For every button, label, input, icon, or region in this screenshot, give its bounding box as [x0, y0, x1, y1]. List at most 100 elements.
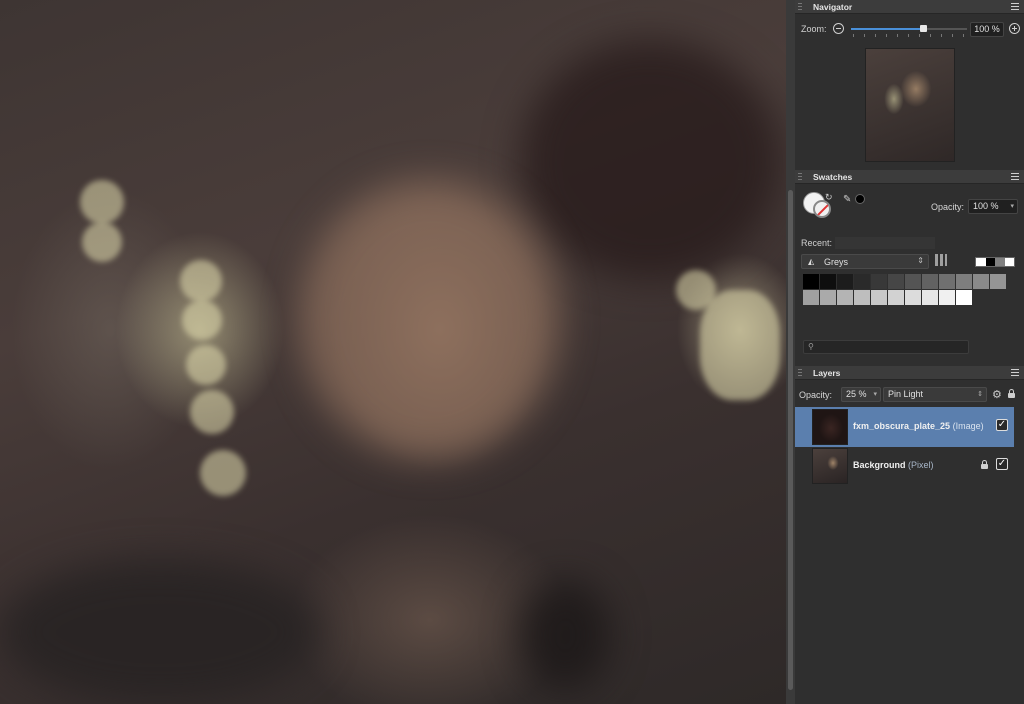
- navigator-thumbnail[interactable]: [865, 48, 955, 162]
- mini-swatch[interactable]: [995, 258, 1005, 266]
- bokeh-light: [80, 180, 124, 224]
- palette-options-icon[interactable]: [935, 254, 947, 266]
- photo-shadow-region: [300, 180, 560, 460]
- color-swatch[interactable]: [905, 290, 921, 305]
- photo-shadow-region: [520, 580, 610, 690]
- dropdown-arrow-icon[interactable]: ▾: [1010, 200, 1014, 213]
- layer-opacity-label: Opacity:: [799, 390, 833, 400]
- zoom-value-field[interactable]: 100 %: [970, 22, 1004, 37]
- zoom-row: Zoom: 100 %: [801, 22, 1020, 38]
- layer-row[interactable]: fxm_obscura_plate_25 (Image) ✓: [795, 407, 1014, 447]
- recent-colors-strip[interactable]: [835, 237, 935, 249]
- swatch-search-input[interactable]: ⚲: [803, 340, 969, 354]
- layer-visibility-checkbox[interactable]: ✓: [996, 458, 1008, 470]
- current-color-swatch[interactable]: [855, 194, 865, 204]
- color-swatch[interactable]: [939, 290, 955, 305]
- bokeh-light: [200, 450, 246, 496]
- layer-name: Background (Pixel): [853, 460, 934, 470]
- panel-menu-icon[interactable]: [1011, 3, 1019, 10]
- palette-name: Greys: [824, 257, 849, 267]
- zoom-ticks: [853, 34, 965, 37]
- lock-icon[interactable]: [1008, 389, 1015, 398]
- layer-thumbnail: [812, 448, 848, 484]
- color-swatch[interactable]: [803, 290, 819, 305]
- color-swatch[interactable]: [820, 274, 836, 289]
- bokeh-light: [186, 345, 226, 385]
- blend-mode-value: Pin Light: [888, 389, 924, 399]
- canvas-vertical-scrollbar[interactable]: [786, 0, 795, 704]
- swap-colors-icon[interactable]: ↻: [825, 192, 833, 203]
- bokeh-light: [700, 290, 780, 400]
- swatches-header[interactable]: Swatches: [795, 170, 1024, 184]
- opacity-value: 100 %: [973, 201, 999, 211]
- layer-thumbnail: [812, 409, 848, 445]
- layers-header[interactable]: Layers: [795, 366, 1024, 380]
- mini-swatch-strip[interactable]: [975, 257, 1015, 267]
- gear-icon[interactable]: ⚙: [992, 388, 1002, 401]
- bokeh-light: [182, 300, 222, 340]
- color-swatch[interactable]: [905, 274, 921, 289]
- layer-opacity-field[interactable]: 25 % ▾: [841, 387, 881, 402]
- layer-visibility-checkbox[interactable]: ✓: [996, 419, 1008, 431]
- document-canvas[interactable]: [0, 0, 786, 704]
- opacity-field[interactable]: 100 % ▾: [968, 199, 1018, 214]
- bokeh-light: [190, 390, 234, 434]
- color-swatch[interactable]: [973, 274, 989, 289]
- color-swatch[interactable]: [871, 274, 887, 289]
- mini-swatch[interactable]: [1004, 258, 1014, 266]
- photo-shadow-region: [520, 40, 780, 280]
- zoom-out-icon[interactable]: [833, 23, 844, 34]
- panel-menu-icon[interactable]: [1011, 173, 1019, 180]
- layer-row[interactable]: Background (Pixel) ✓: [795, 446, 1014, 486]
- mini-swatch[interactable]: [976, 258, 986, 266]
- panel-menu-icon[interactable]: [1011, 369, 1019, 376]
- bokeh-light: [82, 222, 122, 262]
- color-swatch[interactable]: [871, 290, 887, 305]
- color-swatch[interactable]: [888, 290, 904, 305]
- color-swatch[interactable]: [854, 290, 870, 305]
- palette-dropdown[interactable]: ◭ Greys ⇕: [801, 254, 929, 269]
- blend-mode-dropdown[interactable]: Pin Light ⇕: [883, 387, 987, 402]
- color-swatch[interactable]: [922, 290, 938, 305]
- color-swatch[interactable]: [820, 290, 836, 305]
- swatches-panel: Swatches ↻ ✎ Opacity: 100 % ▾ Recent: ◭ …: [795, 170, 1024, 364]
- drag-grip-icon[interactable]: [798, 369, 802, 377]
- zoom-in-icon[interactable]: [1009, 23, 1020, 34]
- opacity-label: Opacity:: [931, 202, 965, 212]
- layer-type: (Pixel): [908, 460, 934, 470]
- color-swatch[interactable]: [837, 274, 853, 289]
- layer-lock-icon[interactable]: [981, 460, 988, 469]
- color-swatch[interactable]: [888, 274, 904, 289]
- panel-title: Swatches: [813, 172, 853, 182]
- color-swatch[interactable]: [803, 274, 819, 289]
- bokeh-light: [676, 270, 716, 310]
- layers-panel: Layers Opacity: 25 % ▾ Pin Light ⇕ ⚙ fxm…: [795, 366, 1024, 704]
- bokeh-light: [180, 260, 222, 302]
- drag-grip-icon[interactable]: [798, 3, 802, 11]
- color-swatch[interactable]: [956, 274, 972, 289]
- dropdown-arrow-icon: ⇕: [977, 391, 983, 398]
- color-swatch[interactable]: [939, 274, 955, 289]
- zoom-slider-thumb[interactable]: [919, 25, 927, 32]
- studio-panels: Navigator Zoom: 100 % Swatches ↻ ✎ Opaci…: [795, 0, 1024, 704]
- navigator-header[interactable]: Navigator: [795, 0, 1024, 14]
- color-picker-icon[interactable]: ✎: [843, 194, 851, 205]
- mini-swatch[interactable]: [985, 258, 995, 266]
- color-swatch[interactable]: [956, 290, 972, 305]
- drag-grip-icon[interactable]: [798, 173, 802, 181]
- navigator-panel: Navigator Zoom: 100 %: [795, 0, 1024, 168]
- dropdown-arrow-icon: ⇕: [917, 256, 924, 265]
- zoom-slider[interactable]: [851, 25, 967, 32]
- color-swatch[interactable]: [854, 274, 870, 289]
- color-swatch[interactable]: [837, 290, 853, 305]
- layer-name: fxm_obscura_plate_25 (Image): [853, 421, 984, 431]
- recent-label: Recent:: [801, 238, 833, 248]
- color-swatch[interactable]: [922, 274, 938, 289]
- zoom-slider-fill: [851, 28, 923, 30]
- layer-opacity-value: 25 %: [846, 389, 867, 399]
- scrollbar-thumb[interactable]: [788, 190, 793, 690]
- dropdown-arrow-icon[interactable]: ▾: [873, 388, 877, 401]
- color-swatch[interactable]: [990, 274, 1006, 289]
- zoom-label: Zoom:: [801, 24, 827, 34]
- panel-title: Navigator: [813, 2, 853, 12]
